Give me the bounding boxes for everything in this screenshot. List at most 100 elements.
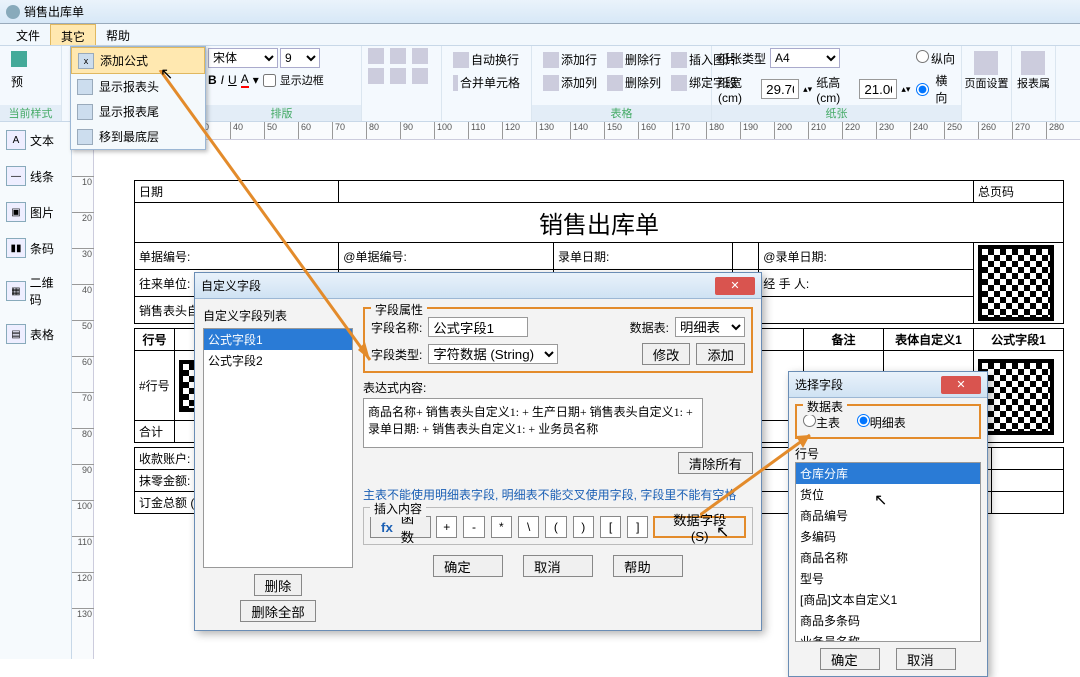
expression-textarea[interactable]: 商品名称+ 销售表头自定义1: + 生产日期+ 销售表头自定义1: + 录单日期… [363, 398, 703, 448]
tool-text[interactable]: A文本 [0, 122, 71, 158]
formula-icon: x [78, 53, 94, 69]
select-field-item[interactable]: [商品]文本自定义1 [796, 589, 980, 610]
op-lbrack[interactable]: [ [600, 516, 621, 538]
italic-button[interactable]: I [221, 73, 224, 87]
help-button[interactable]: 帮助 [613, 555, 683, 577]
data-field-button[interactable]: 数据字段(S) [653, 516, 746, 538]
cell-page-label[interactable]: 总页码 [974, 181, 1064, 203]
menubar: 文件 其它 帮助 [0, 24, 1080, 46]
select-field-item[interactable]: 业务员名称 [796, 631, 980, 642]
select-field-item[interactable]: 商品编号 [796, 505, 980, 526]
detail-table-radio[interactable]: 明细表 [857, 416, 906, 430]
font-size-select[interactable]: 9 [280, 48, 320, 68]
header-icon [77, 79, 93, 95]
ok-button[interactable]: 确定 [433, 555, 503, 577]
menu-add-formula[interactable]: x添加公式 [71, 47, 205, 74]
paper-type-select[interactable]: A4 [770, 48, 840, 68]
align-right-icon[interactable] [412, 48, 428, 64]
bold-button[interactable]: B [208, 73, 217, 87]
app-icon [6, 5, 20, 19]
op-mult[interactable]: * [491, 516, 512, 538]
col-rowno[interactable]: 行号 [135, 329, 175, 351]
left-toolbar: A文本 —线条 ▣图片 ▮▮条码 ▦二维码 ▤表格 [0, 122, 72, 659]
tool-qrcode[interactable]: ▦二维码 [0, 266, 71, 316]
select-ok-button[interactable]: 确定 [820, 648, 880, 670]
tool-table[interactable]: ▤表格 [0, 316, 71, 352]
add-row-button[interactable]: 添加行 [539, 49, 601, 70]
field-list[interactable]: 公式字段1 公式字段2 [203, 328, 353, 568]
cancel-button[interactable]: 取消 [523, 555, 593, 577]
del-row-button[interactable]: 删除行 [603, 49, 665, 70]
menu-file[interactable]: 文件 [6, 24, 50, 45]
align-left-icon[interactable] [368, 48, 384, 64]
select-field-item[interactable]: 货位 [796, 484, 980, 505]
paper-height-input[interactable] [859, 79, 897, 99]
select-field-item[interactable]: 型号 [796, 568, 980, 589]
field-type-select[interactable]: 字符数据 (String) [428, 344, 558, 364]
valign-bot-icon[interactable] [412, 68, 428, 84]
op-minus[interactable]: - [463, 516, 484, 538]
border-toggle[interactable] [263, 74, 276, 87]
merge-button[interactable]: 合并单元格 [449, 72, 524, 93]
preview-button[interactable]: 预 [7, 71, 54, 92]
modify-button[interactable]: 修改 [642, 343, 691, 365]
select-field-list[interactable]: 仓库分库货位商品编号多编码商品名称型号[商品]文本自定义1商品多条码业务员名称基… [795, 462, 981, 642]
tool-line[interactable]: —线条 [0, 158, 71, 194]
main-table-radio[interactable]: 主表 [803, 416, 840, 430]
page-setup-icon [974, 51, 998, 75]
clear-all-button[interactable]: 清除所有 [678, 452, 753, 474]
menu-show-footer[interactable]: 显示报表尾 [71, 99, 205, 124]
font-family-select[interactable]: 宋体 [208, 48, 278, 68]
add-col-button[interactable]: 添加列 [539, 72, 601, 93]
del-col-button[interactable]: 删除列 [603, 72, 665, 93]
op-lparen[interactable]: ( [545, 516, 566, 538]
align-center-icon[interactable] [390, 48, 406, 64]
portrait-radio[interactable] [916, 50, 929, 63]
valign-top-icon[interactable] [368, 68, 384, 84]
menu-help[interactable]: 帮助 [96, 24, 140, 45]
select-field-item[interactable]: 商品多条码 [796, 610, 980, 631]
font-color-button[interactable]: A [241, 72, 249, 88]
cell-subtotal[interactable]: 合计 [135, 421, 175, 443]
menu-other[interactable]: 其它 [50, 24, 96, 45]
delete-field-button[interactable]: 删除 [254, 574, 303, 596]
delete-all-button[interactable]: 删除全部 [240, 600, 315, 622]
cell-date-label[interactable]: 日期 [135, 181, 339, 203]
cell-billno[interactable]: 单据编号: [135, 243, 339, 270]
field-name-input[interactable] [428, 317, 528, 337]
qrcode-1[interactable] [978, 245, 1054, 321]
text-icon: A [6, 130, 26, 150]
add-field-button[interactable]: 添加 [696, 343, 745, 365]
landscape-radio[interactable] [916, 83, 929, 96]
field-item-1[interactable]: 公式字段1 [204, 329, 352, 350]
field-item-2[interactable]: 公式字段2 [204, 350, 352, 371]
img-icon [671, 52, 687, 68]
select-field-item[interactable]: 仓库分库 [796, 463, 980, 484]
select-cancel-button[interactable]: 取消 [896, 648, 956, 670]
select-field-item[interactable]: 多编码 [796, 526, 980, 547]
op-rbrack[interactable]: ] [627, 516, 648, 538]
tool-barcode[interactable]: ▮▮条码 [0, 230, 71, 266]
underline-button[interactable]: U [228, 73, 237, 87]
report-prop-button[interactable]: 报表属 [1019, 49, 1048, 93]
insert-content-box: 插入内容 fx函数 + - * \ ( ) [ ] 数据字段(S) [363, 507, 753, 545]
save-button[interactable] [7, 49, 54, 69]
op-rparen[interactable]: ) [573, 516, 594, 538]
data-table-select[interactable]: 明细表 [675, 317, 745, 337]
function-button[interactable]: fx函数 [370, 516, 431, 538]
op-div[interactable]: \ [518, 516, 539, 538]
select-field-item[interactable]: 商品名称 [796, 547, 980, 568]
select-dialog-close[interactable]: ✕ [941, 376, 981, 394]
qrcode-2[interactable] [978, 359, 1054, 435]
tool-image[interactable]: ▣图片 [0, 194, 71, 230]
auto-wrap-button[interactable]: 自动换行 [449, 49, 524, 70]
op-plus[interactable]: + [436, 516, 457, 538]
menu-show-header[interactable]: 显示报表头 [71, 74, 205, 99]
paper-width-input[interactable] [761, 79, 799, 99]
page-setup-button[interactable]: 页面设置 [969, 49, 1004, 93]
select-dialog-title: 选择字段 [795, 376, 843, 393]
valign-mid-icon[interactable] [390, 68, 406, 84]
menu-move-bottom[interactable]: 移到最底层 [71, 124, 205, 149]
report-title[interactable]: 销售出库单 [135, 203, 1064, 243]
dialog-close-button[interactable]: ✕ [715, 277, 755, 295]
